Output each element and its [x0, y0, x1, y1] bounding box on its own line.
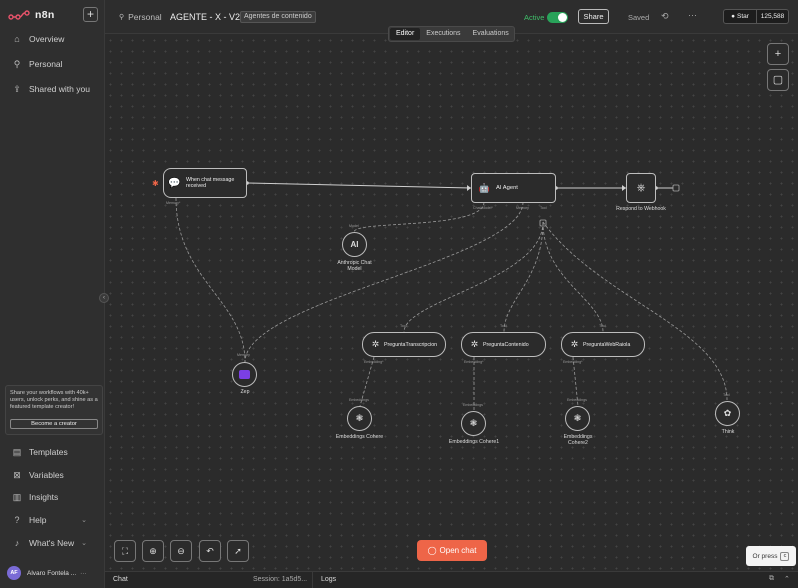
n8n-app: n8n + ⌂ Overview ⚲ Personal ⇪ Shared wit… [0, 0, 798, 588]
model-connection [353, 201, 485, 233]
zoom-to-fit-button[interactable]: ⛶ [114, 540, 136, 562]
node-title: AI Agent [496, 185, 518, 191]
node-embeddings-cohere1[interactable]: ❃ [461, 411, 486, 436]
port-label: Embeddings [463, 403, 483, 407]
port-label: Memory [237, 353, 250, 357]
port-label: Tool [400, 324, 407, 328]
tidy-up-button[interactable]: ➚ [227, 540, 249, 562]
add-node-button[interactable]: + [767, 43, 789, 65]
node-embeddings-cohere[interactable]: ❃ [347, 406, 372, 431]
port-label: Tool [723, 393, 730, 397]
cursor-icon: ➚ [234, 545, 242, 556]
node-title: Embeddings Cohere1 [448, 439, 500, 445]
node-ai-agent[interactable]: 🤖 AI Agent [471, 173, 556, 203]
port-label: Embedding* [563, 360, 583, 364]
zoom-out-button[interactable]: ⊖ [170, 540, 192, 562]
webhook-icon: ⎈ [636, 181, 646, 194]
port-label: Model [349, 224, 359, 228]
vector-store-icon: ✲ [570, 339, 579, 349]
port-label: Embeddings [567, 398, 587, 402]
node-title: Embeddings Cohere2 [563, 434, 593, 446]
fit-view-icon: ⛶ [121, 545, 129, 556]
node-title: Respond to Webhook [616, 206, 666, 212]
logs-panel-tab[interactable]: Logs [321, 576, 336, 583]
node-pregunta-web-raiola[interactable]: ✲ PreguntaWebRaiola [561, 332, 645, 357]
chevron-up-icon[interactable]: ⌃ [784, 575, 790, 583]
node-title: Embeddings Cohere [335, 434, 384, 440]
tab-editor[interactable]: Editor [390, 28, 421, 40]
collapse-sidebar-button[interactable]: ‹ [99, 293, 109, 303]
cohere-icon: ❃ [355, 413, 364, 423]
port-label: Tool [599, 324, 606, 328]
node-respond-webhook[interactable]: ⎈ [626, 173, 656, 203]
shortcut-hint: Or press c [746, 546, 796, 566]
undo-icon: ↶ [206, 545, 214, 556]
zoom-in-button[interactable]: ⊕ [142, 540, 164, 562]
node-title: Think [721, 429, 735, 435]
tab-evaluations[interactable]: Evaluations [467, 28, 515, 40]
view-tabs: Editor Executions Evaluations [388, 26, 515, 42]
pinned-trigger-icon: ✱ [152, 179, 159, 188]
vector-store-icon: ✲ [371, 339, 380, 349]
brain-icon: ✿ [723, 408, 732, 418]
port-label: Embeddings [349, 398, 369, 402]
port-label: Chat Model* [473, 206, 493, 210]
robot-icon: 🤖 [478, 182, 491, 193]
node-title: Anthropic Chat Model [337, 260, 372, 272]
cohere-icon: ❃ [573, 413, 582, 423]
node-title: Zep [240, 389, 250, 395]
node-zep[interactable] [232, 362, 257, 387]
memory-connection [175, 197, 246, 363]
port-label: Tool [500, 324, 507, 328]
port-label: Embedding* [464, 360, 484, 364]
node-title: When chat message received [186, 177, 235, 189]
vector-store-icon: ✲ [470, 339, 479, 349]
port-label: Memory [516, 206, 529, 210]
add-next-node-icon [672, 184, 680, 192]
anthropic-icon: AI [350, 240, 359, 249]
port-label: Embedding* [364, 360, 384, 364]
undo-button[interactable]: ↶ [199, 540, 221, 562]
node-title: PreguntaContenido [483, 341, 529, 348]
shortcut-key: c [780, 551, 790, 561]
node-pregunta-transcripcion[interactable]: ✲ PreguntaTranscripcion [362, 332, 446, 357]
chat-icon: ◯ [427, 546, 437, 555]
chat-bubbles-icon: 💬 [168, 177, 181, 189]
chat-panel-tab[interactable]: Chat [113, 576, 128, 583]
node-chat-trigger[interactable]: 💬 When chat message received [163, 168, 247, 198]
tool-connection [542, 221, 728, 401]
tab-executions[interactable]: Executions [420, 28, 466, 40]
node-think[interactable]: ✿ [715, 401, 740, 426]
bottom-panel: Chat Session: 1a5d5... Logs ⧉ ⌃ [105, 571, 798, 588]
cohere-icon: ❃ [469, 418, 478, 428]
or-press-label: Or press [752, 552, 778, 560]
open-chat-label: Open chat [439, 546, 477, 555]
port-label: Memory* [166, 201, 181, 205]
session-id: Session: 1a5d5... [253, 576, 308, 583]
port-label: Tool [540, 206, 547, 210]
popout-icon[interactable]: ⧉ [769, 575, 774, 583]
node-pregunta-contenido[interactable]: ✲ PreguntaContenido [461, 332, 546, 357]
node-embeddings-cohere2[interactable]: ❃ [565, 406, 590, 431]
tool-connection [503, 221, 544, 333]
tool-connection [403, 221, 544, 333]
node-title: PreguntaWebRaiola [583, 341, 631, 348]
divider [312, 572, 313, 588]
node-anthropic-model[interactable]: AI [342, 232, 367, 257]
main-connection [246, 182, 472, 189]
tool-connection [542, 221, 604, 333]
zoom-in-icon: ⊕ [149, 545, 157, 556]
connections: ✱ [152, 179, 728, 411]
open-chat-button[interactable]: ◯ Open chat [417, 540, 487, 561]
zoom-out-icon: ⊖ [177, 545, 185, 556]
sticky-note-button[interactable]: ▢ [767, 69, 789, 91]
node-title: PreguntaTranscripcion [384, 341, 438, 348]
zep-icon [239, 370, 250, 379]
